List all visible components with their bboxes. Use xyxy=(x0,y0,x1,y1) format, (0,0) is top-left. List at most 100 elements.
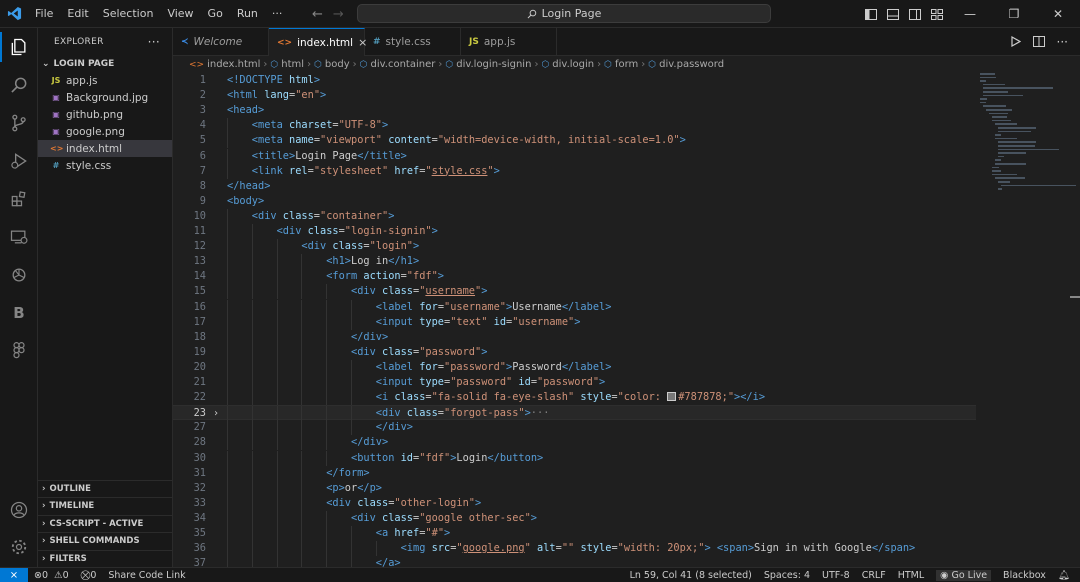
share-code-link[interactable]: Share Code Link xyxy=(108,570,185,581)
code-line[interactable]: 16 <label for="username">Username</label> xyxy=(173,299,1080,315)
extensions-icon[interactable] xyxy=(0,180,38,218)
folder-header[interactable]: ⌄ LOGIN PAGE xyxy=(38,56,172,72)
code-line[interactable]: 11 <div class="login-signin"> xyxy=(173,224,1080,240)
restore-button[interactable]: ❐ xyxy=(992,0,1036,28)
code-line[interactable]: 33 <div class="other-login"> xyxy=(173,495,1080,511)
file-item[interactable]: ▣ Background.jpg xyxy=(38,89,172,106)
menu-item[interactable]: Run xyxy=(230,0,265,28)
panel-header[interactable]: › TIMELINE xyxy=(38,497,173,515)
tab-index-html[interactable]: <> index.html × xyxy=(269,28,367,56)
blackbox-status[interactable]: Blackbox xyxy=(1003,570,1046,581)
code-line[interactable]: 23 › <div class="forgot-pass">··· xyxy=(173,405,976,422)
menu-item[interactable]: View xyxy=(160,0,200,28)
account-icon[interactable] xyxy=(0,491,38,529)
toggle-primary-sidebar-icon[interactable] xyxy=(860,0,882,28)
panel-header[interactable]: › SHELL COMMANDS xyxy=(38,532,173,550)
close-window-button[interactable]: ✕ xyxy=(1036,0,1080,28)
breadcrumb-item[interactable]: div.container xyxy=(371,59,436,70)
file-item[interactable]: JS app.js xyxy=(38,72,172,89)
minimap[interactable] xyxy=(980,73,1076,213)
panel-header[interactable]: › CS-SCRIPT - ACTIVE xyxy=(38,514,173,533)
explorer-more-icon[interactable]: ··· xyxy=(148,35,160,49)
tab-app-js[interactable]: JS app.js xyxy=(461,28,557,56)
menu-item[interactable]: Selection xyxy=(96,0,161,28)
notifications-bell-icon[interactable]: 🔔︎ xyxy=(1058,570,1070,581)
code-line[interactable]: 2 <html lang="en"> xyxy=(173,88,1080,103)
forward-arrow-icon[interactable]: → xyxy=(333,7,344,22)
end-of-line[interactable]: CRLF xyxy=(862,570,886,581)
run-debug-icon[interactable] xyxy=(0,142,38,180)
panel-header[interactable]: › FILTERS xyxy=(38,549,173,568)
command-center-search[interactable]: Login Page xyxy=(357,4,771,23)
remote-explorer-icon[interactable] xyxy=(0,218,38,256)
code-line[interactable]: 31 </form> xyxy=(173,465,1080,481)
figma-icon[interactable] xyxy=(0,332,38,370)
menu-item[interactable]: File xyxy=(28,0,60,28)
problems-indicator[interactable]: ⊗0 ⚠0 xyxy=(34,570,69,581)
code-line[interactable]: 13 <h1>Log in</h1> xyxy=(173,254,1080,270)
breadcrumb-item[interactable]: index.html xyxy=(207,59,260,70)
code-line[interactable]: 3 <head> xyxy=(173,103,1080,118)
menu-item[interactable]: Go xyxy=(201,0,230,28)
blackbox-icon[interactable]: B xyxy=(0,294,38,332)
fold-chevron-icon[interactable]: › xyxy=(213,406,219,421)
code-line[interactable]: 21 <input type="password" id="password"> xyxy=(173,375,1080,391)
code-line[interactable]: 4 <meta charset="UTF-8"> xyxy=(173,118,1080,134)
menu-item[interactable]: Edit xyxy=(60,0,95,28)
code-line[interactable]: 37 </a> xyxy=(173,556,1080,567)
code-line[interactable]: 35 <a href="#"> xyxy=(173,526,1080,542)
source-control-icon[interactable] xyxy=(0,104,38,142)
tab-welcome[interactable]: ≺ Welcome xyxy=(173,28,269,56)
customize-layout-icon[interactable] xyxy=(926,0,948,28)
tab-style-css[interactable]: # style.css xyxy=(365,28,461,56)
split-editor-icon[interactable] xyxy=(1032,36,1045,47)
code-line[interactable]: 9 <body> xyxy=(173,194,1080,209)
code-line[interactable]: 15 <div class="username"> xyxy=(173,284,1080,300)
code-line[interactable]: 10 <div class="container"> xyxy=(173,208,1080,224)
code-line[interactable]: 32 <p>or</p> xyxy=(173,480,1080,496)
file-item[interactable]: # style.css xyxy=(38,157,172,174)
toggle-panel-icon[interactable] xyxy=(882,0,904,28)
menu-item[interactable]: ··· xyxy=(265,0,290,28)
breadcrumb-item[interactable]: div.password xyxy=(659,59,724,70)
code-line[interactable]: 28 </div> xyxy=(173,435,1080,451)
breadcrumb-item[interactable]: form xyxy=(615,59,638,70)
code-line[interactable]: 12 <div class="login"> xyxy=(173,239,1080,255)
search-icon[interactable] xyxy=(0,66,38,104)
code-line[interactable]: 14 <form action="fdf"> xyxy=(173,269,1080,285)
code-line[interactable]: 6 <title>Login Page</title> xyxy=(173,148,1080,164)
cursor-position[interactable]: Ln 59, Col 41 (8 selected) xyxy=(630,570,752,581)
file-item[interactable]: ▣ github.png xyxy=(38,106,172,123)
code-editor[interactable]: 1 <!DOCTYPE html> 2 <html lang="en"> 3 <head>… xyxy=(173,73,1080,567)
go-live-button[interactable]: ◉ Go Live xyxy=(936,569,992,581)
file-item[interactable]: <> index.html xyxy=(38,140,172,157)
code-line[interactable]: 30 <button id="fdf">Login</button> xyxy=(173,450,1080,466)
code-line[interactable]: 19 <div class="password"> xyxy=(173,344,1080,360)
code-line[interactable]: 8 </head> xyxy=(173,179,1080,194)
remote-indicator[interactable]: ⨯ xyxy=(0,567,28,582)
breadcrumb-item[interactable]: div.login-signin xyxy=(456,59,531,70)
breadcrumb-item[interactable]: div.login xyxy=(552,59,594,70)
code-line[interactable]: 20 <label for="password">Password</label> xyxy=(173,359,1080,375)
language-mode[interactable]: HTML xyxy=(898,570,924,581)
back-arrow-icon[interactable]: ← xyxy=(312,7,323,22)
breadcrumb-item[interactable]: body xyxy=(325,59,350,70)
code-line[interactable]: 1 <!DOCTYPE html> xyxy=(173,73,1080,88)
explorer-icon[interactable] xyxy=(0,28,38,66)
color-swatch[interactable] xyxy=(667,392,677,402)
toggle-secondary-sidebar-icon[interactable] xyxy=(904,0,926,28)
breadcrumb-item[interactable]: html xyxy=(281,59,304,70)
code-line[interactable]: 36 <img src="google.png" alt="" style="wi… xyxy=(173,541,1080,557)
more-actions-icon[interactable]: ··· xyxy=(1057,35,1068,49)
settings-gear-icon[interactable] xyxy=(0,528,38,566)
code-line[interactable]: 27 </div> xyxy=(173,420,1080,436)
code-line[interactable]: 18 </div> xyxy=(173,329,1080,345)
code-line[interactable]: 5 <meta name="viewport" content="width=de… xyxy=(173,133,1080,149)
code-line[interactable]: 7 <link rel="stylesheet" href="style.css"… xyxy=(173,163,1080,179)
chatgpt-icon[interactable] xyxy=(0,256,38,294)
indentation[interactable]: Spaces: 4 xyxy=(764,570,810,581)
run-icon[interactable] xyxy=(1010,36,1021,47)
ports-indicator[interactable]: ⛒0 xyxy=(81,570,97,581)
file-item[interactable]: ▣ google.png xyxy=(38,123,172,140)
code-line[interactable]: 17 <input type="text" id="username"> xyxy=(173,314,1080,330)
